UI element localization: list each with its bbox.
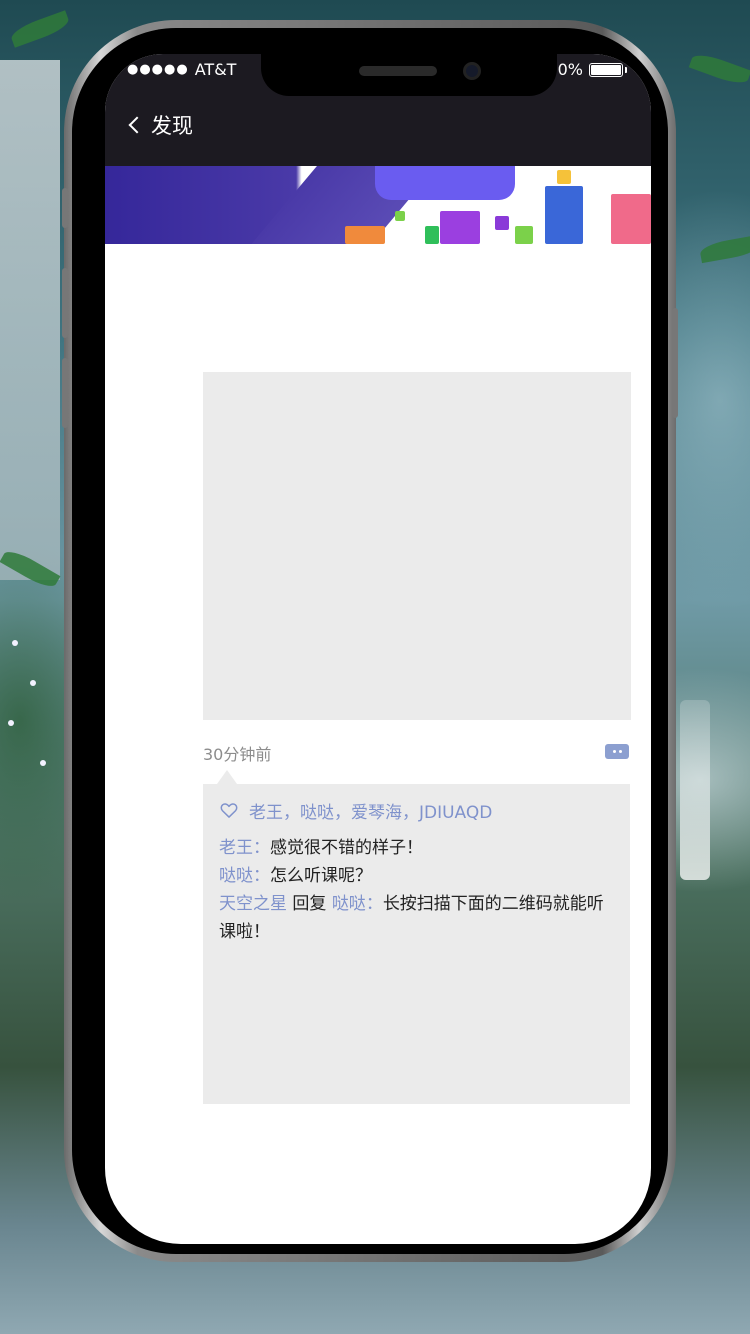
back-button[interactable]: 发现 (127, 110, 193, 140)
comment-text: 感觉很不错的样子！ (270, 838, 423, 858)
background-waterfall (680, 700, 710, 880)
banner-cube (375, 166, 515, 200)
likes-row: 老王，哒哒，爱琴海，JDIUAQD (219, 798, 614, 823)
side-button (62, 188, 68, 228)
comment-text: 怎么听课呢？ (270, 866, 372, 886)
background-leaf (688, 50, 750, 88)
back-label: 发现 (151, 114, 193, 138)
battery-cap (625, 66, 627, 73)
background-flower (40, 760, 46, 766)
dot (618, 750, 622, 753)
background-leaf (698, 234, 750, 264)
dot (612, 750, 616, 753)
banner-cube (557, 170, 571, 184)
carrier-name: AT&T (194, 60, 237, 79)
comment-author[interactable]: 老王 (219, 838, 253, 858)
post-image-placeholder[interactable] (203, 372, 631, 720)
banner-cube (515, 226, 533, 244)
banner-cube (545, 186, 583, 244)
side-button (62, 358, 68, 428)
comment-list: 老王：感觉很不错的样子！ 哒哒：怎么听课呢？ 天空之星 回复 哒哒：长按扫描下面… (219, 834, 614, 946)
heart-outline-icon[interactable] (219, 800, 239, 820)
banner-cube (611, 194, 651, 244)
reply-word: 回复 (292, 894, 327, 914)
banner-image (105, 166, 651, 244)
comment-separator: ： (253, 838, 270, 858)
signal-strength-icon: ●●●●● (127, 62, 189, 77)
banner-cube (345, 226, 385, 244)
banner-cube (425, 226, 439, 244)
chevron-left-icon (128, 116, 146, 134)
comment-separator: ： (253, 866, 270, 886)
comment-item: 哒哒：怎么听课呢？ (219, 862, 614, 890)
comment-author[interactable]: 哒哒 (219, 866, 253, 886)
post-time: 30分钟前 (203, 745, 272, 764)
reply-target[interactable]: 哒哒 (332, 894, 366, 914)
background-flower (8, 720, 14, 726)
phone-notch (261, 54, 557, 96)
phone-bezel: ●●●●● AT&T 100% 发现 30分钟前 老王，哒哒，爱琴海，JDIUA… (62, 28, 678, 1254)
speaker-grille (359, 66, 437, 76)
side-button (672, 308, 678, 418)
background-house (0, 60, 60, 580)
comment-bubble-icon[interactable] (605, 744, 629, 759)
background-flower (30, 680, 36, 686)
phone-frame: ●●●●● AT&T 100% 发现 30分钟前 老王，哒哒，爱琴海，JDIUA… (62, 20, 678, 1262)
banner-cube (440, 211, 480, 244)
comment-separator: ： (365, 894, 383, 914)
battery-icon (589, 62, 623, 77)
banner-cube (495, 216, 509, 230)
comment-author[interactable]: 天空之星 (219, 894, 287, 914)
comment-item: 老王：感觉很不错的样子！ (219, 834, 614, 862)
comment-item: 天空之星 回复 哒哒：长按扫描下面的二维码就能听课啦！ (219, 890, 614, 946)
background-flower (12, 640, 18, 646)
banner-cube (395, 211, 405, 221)
front-camera (463, 62, 481, 80)
side-button (62, 268, 68, 338)
comment-panel: 老王，哒哒，爱琴海，JDIUAQD 老王：感觉很不错的样子！ 哒哒：怎么听课呢？… (203, 784, 630, 1104)
background-leaf (8, 10, 72, 48)
phone-screen: ●●●●● AT&T 100% 发现 30分钟前 老王，哒哒，爱琴海，JDIUA… (105, 54, 651, 1244)
status-left: ●●●●● AT&T (127, 60, 236, 79)
likes-list[interactable]: 老王，哒哒，爱琴海，JDIUAQD (249, 798, 492, 823)
comment-box-pointer (217, 770, 237, 784)
